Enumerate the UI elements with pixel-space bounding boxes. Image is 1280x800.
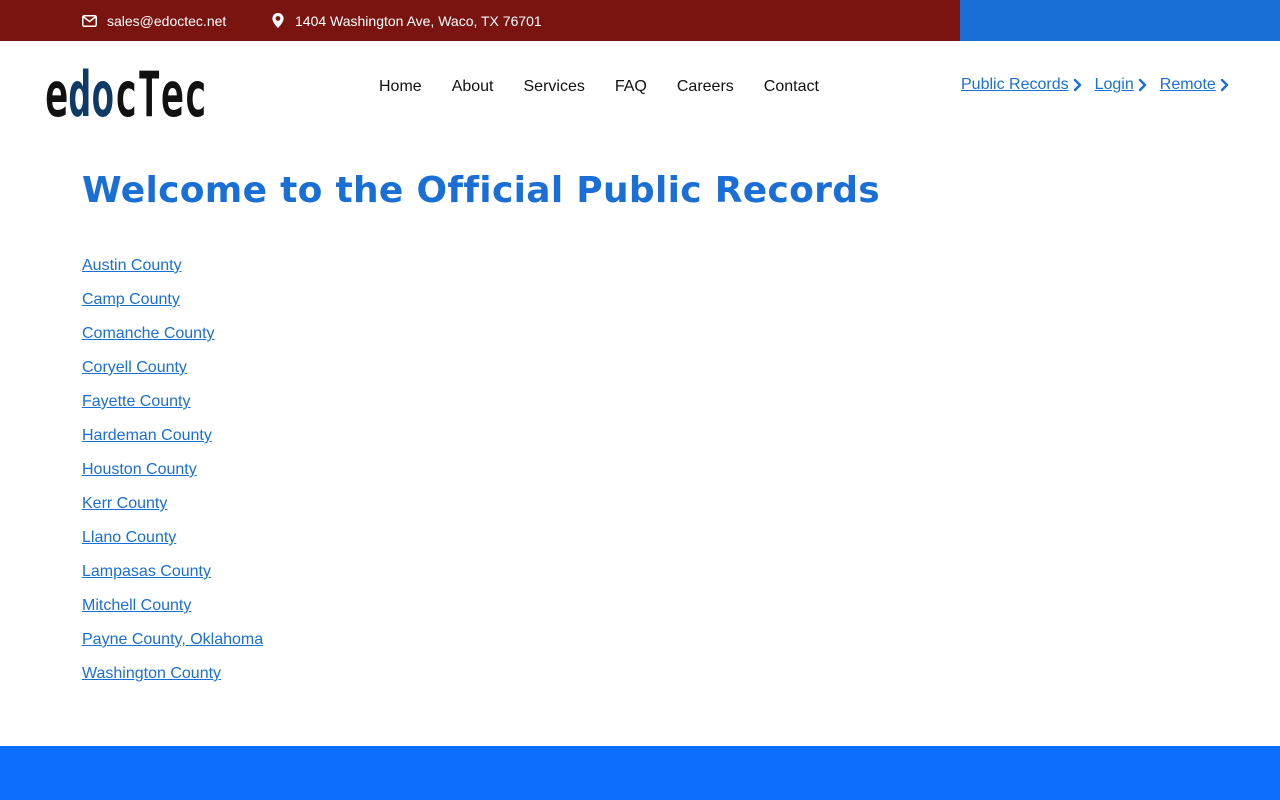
login-link[interactable]: Login [1095, 76, 1147, 94]
list-item: Austin County [82, 256, 263, 290]
county-link-austin[interactable]: Austin County [82, 257, 182, 274]
login-label: Login [1094, 76, 1134, 93]
nav-contact[interactable]: Contact [764, 78, 819, 96]
list-item: Kerr County [82, 494, 263, 528]
chevron-right-icon [1138, 78, 1146, 92]
county-link-houston[interactable]: Houston County [82, 461, 197, 478]
list-item: Coryell County [82, 358, 263, 392]
list-item: Houston County [82, 460, 263, 494]
nav-home[interactable]: Home [379, 78, 422, 96]
county-link-camp[interactable]: Camp County [82, 291, 180, 308]
chevron-right-icon [1073, 78, 1081, 92]
list-item: Fayette County [82, 392, 263, 426]
public-records-link[interactable]: Public Records [961, 76, 1082, 94]
county-link-mitchell[interactable]: Mitchell County [82, 597, 191, 614]
portal-links: Public Records Login Remote [961, 76, 1229, 94]
list-item: Comanche County [82, 324, 263, 358]
footer-bar [0, 746, 1280, 800]
page-title: Welcome to the Official Public Records [82, 170, 880, 211]
top-bar-right-panel [960, 0, 1280, 41]
county-link-fayette[interactable]: Fayette County [82, 393, 191, 410]
county-link-washington[interactable]: Washington County [82, 665, 221, 682]
county-link-payne[interactable]: Payne County, Oklahoma [82, 631, 263, 648]
county-link-llano[interactable]: Llano County [82, 529, 176, 546]
nav-careers[interactable]: Careers [677, 78, 734, 96]
public-records-label: Public Records [961, 76, 1069, 93]
list-item: Llano County [82, 528, 263, 562]
county-link-lampasas[interactable]: Lampasas County [82, 563, 211, 580]
list-item: Camp County [82, 290, 263, 324]
edoctec-logo[interactable]: edocTec [45, 56, 210, 131]
main-navigation: Home About Services FAQ Careers Contact [379, 78, 819, 96]
nav-services[interactable]: Services [524, 78, 585, 96]
list-item: Washington County [82, 664, 263, 698]
list-item: Payne County, Oklahoma [82, 630, 263, 664]
county-link-kerr[interactable]: Kerr County [82, 495, 167, 512]
county-link-hardeman[interactable]: Hardeman County [82, 427, 212, 444]
list-item: Mitchell County [82, 596, 263, 630]
contact-address: 1404 Washington Ave, Waco, TX 76701 [271, 0, 542, 41]
county-link-coryell[interactable]: Coryell County [82, 359, 187, 376]
contact-email-text[interactable]: sales@edoctec.net [107, 13, 226, 29]
chevron-right-icon [1220, 78, 1228, 92]
logo-text: edocTec [45, 58, 207, 120]
envelope-icon [82, 14, 97, 27]
county-link-comanche[interactable]: Comanche County [82, 325, 215, 342]
contact-address-text: 1404 Washington Ave, Waco, TX 76701 [295, 12, 542, 29]
list-item: Lampasas County [82, 562, 263, 596]
remote-link[interactable]: Remote [1160, 76, 1229, 94]
county-list: Austin County Camp County Comanche Count… [82, 256, 263, 698]
logo-wordmark: edocTec [45, 58, 207, 131]
top-contact-bar: sales@edoctec.net 1404 Washington Ave, W… [0, 0, 1280, 41]
list-item: Hardeman County [82, 426, 263, 460]
contact-email[interactable]: sales@edoctec.net [82, 0, 226, 41]
nav-faq[interactable]: FAQ [615, 78, 647, 96]
nav-about[interactable]: About [452, 78, 494, 96]
remote-label: Remote [1159, 76, 1216, 93]
map-pin-icon [272, 13, 284, 28]
